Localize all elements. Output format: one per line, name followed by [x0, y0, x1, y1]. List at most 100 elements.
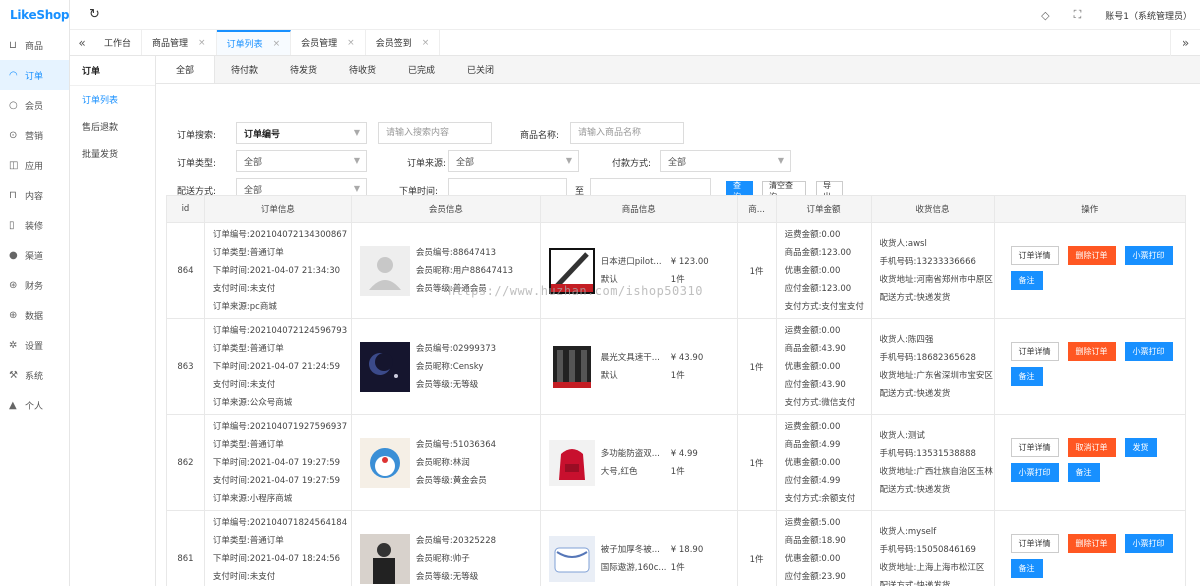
- sidebar-item-0[interactable]: ⊔ 商品: [0, 30, 69, 60]
- amount-cell: 运费金额:0.00 商品金额:4.99 优惠金额:0.00 应付金额:4.99 支付方式…: [775, 414, 872, 511]
- print-receipt-button[interactable]: 小票打印: [1010, 462, 1059, 482]
- status-tab[interactable]: 已关闭: [451, 56, 510, 83]
- ship-button[interactable]: 发货: [1124, 437, 1157, 457]
- order-detail-button[interactable]: 订单详情: [1010, 245, 1059, 265]
- delete-order-button[interactable]: 删除订单: [1067, 533, 1116, 553]
- member-lines: 会员编号:51036364 会员昵称:林润 会员等级:黄金会员: [416, 436, 496, 490]
- order-source-select[interactable]: 全部 ▼: [448, 150, 579, 172]
- sub-sidebar-item[interactable]: 批量发货: [70, 140, 155, 167]
- sidebar-item-4[interactable]: ◫ 应用: [0, 150, 69, 180]
- shipping-line: 手机号码:15050846169: [879, 544, 976, 555]
- tabs-scroll-left-icon[interactable]: «: [70, 30, 94, 55]
- shipping-cell: 收货人:myself 手机号码:15050846169 收货地址:上海上海市松江区配…: [870, 510, 995, 586]
- status-tab[interactable]: 待发货: [274, 56, 333, 83]
- actions-cell: 订单详情 取消订单 发货小票打印 备注: [993, 414, 1187, 511]
- shipping-line: 配送方式:快递发货: [879, 580, 951, 586]
- shipping-line: 收货人:陈四强: [879, 334, 934, 345]
- product-image[interactable]: [548, 535, 595, 582]
- amount-line: 应付金额:4.99: [784, 475, 841, 486]
- refresh-icon[interactable]: ↻: [89, 7, 100, 22]
- sidebar-item-3[interactable]: ⊙ 营销: [0, 120, 69, 150]
- search-input[interactable]: [378, 122, 492, 144]
- close-icon[interactable]: ×: [198, 38, 206, 48]
- account-menu[interactable]: 账号1（系统管理员）: [1105, 9, 1192, 22]
- status-tab[interactable]: 待收货: [333, 56, 392, 83]
- order-type-value: 全部: [244, 157, 263, 168]
- tab-2[interactable]: 订单列表 ×: [216, 30, 292, 55]
- sidebar-item-11[interactable]: ⚒ 系统: [0, 360, 69, 390]
- sidebar-item-5[interactable]: ⊓ 内容: [0, 180, 69, 210]
- remark-button[interactable]: 备注: [1067, 462, 1100, 482]
- order-detail-button[interactable]: 订单详情: [1010, 437, 1059, 457]
- app-icon: ◫: [9, 159, 19, 171]
- product-image[interactable]: [548, 343, 595, 390]
- sidebar-item-9[interactable]: ⊕ 数据: [0, 300, 69, 330]
- goods-name[interactable]: 多功能防盗双...: [601, 445, 667, 463]
- order-info-line: 下单时间:2021-04-07 21:24:59: [212, 361, 341, 372]
- sidebar-item-7[interactable]: ● 渠道: [0, 240, 69, 270]
- print-receipt-button[interactable]: 小票打印: [1124, 341, 1173, 361]
- goods-name[interactable]: 被子加厚冬被...: [601, 541, 667, 559]
- product-image[interactable]: [548, 439, 595, 486]
- goods-row: 多功能防盗双... ¥ 4.99: [601, 445, 698, 463]
- status-tab[interactable]: 全部: [156, 56, 215, 83]
- fullscreen-icon[interactable]: ⛶: [1074, 8, 1082, 22]
- status-tab[interactable]: 已完成: [392, 56, 451, 83]
- bell-icon: ◠: [9, 69, 18, 81]
- sidebar-item-1[interactable]: ◠ 订单: [0, 60, 69, 90]
- delete-order-button[interactable]: 删除订单: [1067, 341, 1116, 361]
- logo[interactable]: LikeShop: [0, 0, 69, 30]
- remark-button[interactable]: 备注: [1010, 366, 1043, 386]
- sub-sidebar-item[interactable]: 售后退款: [70, 113, 155, 140]
- order-detail-button[interactable]: 订单详情: [1010, 533, 1059, 553]
- remark-button[interactable]: 备注: [1010, 270, 1043, 290]
- order-info-line: 订单编号:202104071824564184: [212, 517, 348, 528]
- goods-name[interactable]: 日本进口pilot...: [601, 253, 667, 271]
- member-lines: 会员编号:20325228 会员昵称:帅子 会员等级:无等级: [416, 532, 496, 586]
- tab-0[interactable]: 工作台: [94, 30, 143, 55]
- order-type-label: 订单类型:: [176, 159, 216, 169]
- goods-name-input[interactable]: [570, 122, 684, 144]
- tab-4[interactable]: 会员签到 ×: [366, 30, 441, 55]
- delete-order-button[interactable]: 删除订单: [1067, 245, 1116, 265]
- main-sidebar: LikeShop ⊔ 商品 ◠ 订单 ○ 会员 ⊙ 营销 ◫ 应用 ⊓ 内容 ▯ 装修 ● 渠道 ⊛ 财务 ⊕ 数据 ✲…: [0, 0, 70, 586]
- shipping-line: 收货人:awsl: [879, 238, 927, 249]
- sub-sidebar-item[interactable]: 订单列表: [70, 86, 155, 113]
- tab-3[interactable]: 会员管理 ×: [291, 30, 366, 55]
- shipping-line: 手机号码:13531538888: [879, 448, 976, 459]
- phone-icon: ▯: [9, 219, 15, 231]
- sidebar-item-6[interactable]: ▯ 装修: [0, 210, 69, 240]
- order-type-select[interactable]: 全部 ▼: [236, 150, 367, 172]
- member-info-line: 会员编号:88647413: [415, 247, 497, 258]
- goods-price: ¥ 43.90: [670, 352, 704, 363]
- goods-info-cell: 日本进口pilot... ¥ 123.00 默认 1件: [539, 222, 738, 319]
- order-source-value: 全部: [456, 157, 475, 168]
- tab-label: 会员管理: [301, 39, 338, 49]
- sidebar-item-12[interactable]: ▲ 个人: [0, 390, 69, 420]
- globe-icon: ⊕: [9, 309, 18, 321]
- order-source-label: 订单来源:: [406, 159, 446, 169]
- tabs-scroll-right-icon[interactable]: »: [1170, 30, 1200, 56]
- pay-method-select[interactable]: 全部 ▼: [660, 150, 791, 172]
- cancel-order-button[interactable]: 取消订单: [1067, 437, 1116, 457]
- remark-button[interactable]: 备注: [1010, 558, 1043, 578]
- member-info-line: 会员昵称:Censky: [415, 361, 484, 372]
- close-icon[interactable]: ×: [347, 38, 355, 48]
- sidebar-item-10[interactable]: ✲ 设置: [0, 330, 69, 360]
- sidebar-item-2[interactable]: ○ 会员: [0, 90, 69, 120]
- goods-name[interactable]: 晨光文具速干...: [601, 349, 667, 367]
- status-tab[interactable]: 待付款: [215, 56, 274, 83]
- close-icon[interactable]: ×: [422, 38, 430, 48]
- print-receipt-button[interactable]: 小票打印: [1124, 245, 1173, 265]
- order-info-cell: 订单编号:202104072124596793 订单类型:普通订单 下单时间:202…: [203, 318, 352, 415]
- print-receipt-button[interactable]: 小票打印: [1124, 533, 1173, 553]
- order-info-line: 订单编号:202104071927596937: [212, 421, 348, 432]
- search-type-select[interactable]: 订单编号 ▼: [236, 122, 367, 144]
- shipping-line: 收货地址:广西壮族自治区玉林: [879, 466, 993, 477]
- tag-icon[interactable]: ◇: [1041, 9, 1049, 22]
- close-icon[interactable]: ×: [273, 39, 281, 49]
- sidebar-item-8[interactable]: ⊛ 财务: [0, 270, 69, 300]
- tab-1[interactable]: 商品管理 ×: [142, 30, 217, 55]
- member-info-line: 会员等级:无等级: [415, 571, 479, 582]
- order-detail-button[interactable]: 订单详情: [1010, 341, 1059, 361]
